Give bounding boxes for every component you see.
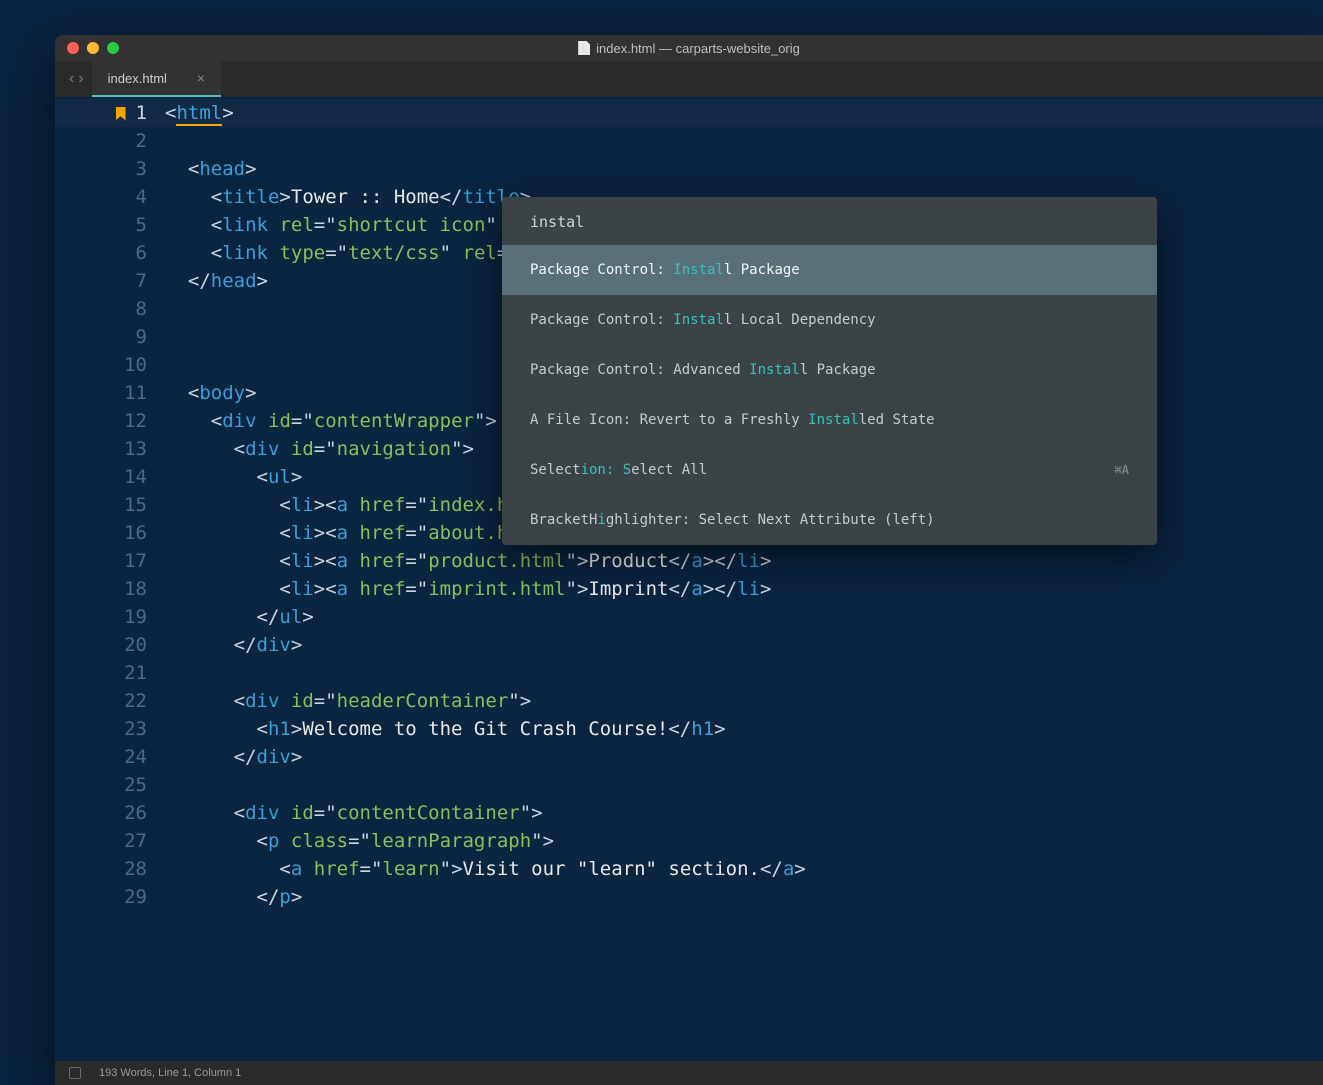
line-number: 20	[55, 631, 147, 659]
nav-forward-button[interactable]: ›	[78, 70, 83, 88]
command-palette-item[interactable]: A File Icon: Revert to a Freshly Install…	[502, 395, 1157, 445]
titlebar: index.html — carparts-website_orig	[55, 35, 1323, 61]
line-number: 23	[55, 715, 147, 743]
status-text: 193 Words, Line 1, Column 1	[99, 1067, 241, 1079]
line-number: 13	[55, 435, 147, 463]
tabbar: ‹ › index.html ×	[55, 61, 1323, 97]
tab-index-html[interactable]: index.html ×	[92, 61, 221, 97]
line-number: 4	[55, 183, 147, 211]
line-number: 28	[55, 855, 147, 883]
line-number: 6	[55, 239, 147, 267]
gutter: 1234567891011121314151617181920212223242…	[55, 97, 165, 1061]
command-palette: Package Control: Install Package Package …	[502, 197, 1157, 545]
code-line[interactable]	[165, 659, 1323, 687]
line-number: 8	[55, 295, 147, 323]
traffic-lights	[67, 42, 119, 54]
nav-back-button[interactable]: ‹	[69, 70, 74, 88]
line-number: 16	[55, 519, 147, 547]
line-number: 14	[55, 463, 147, 491]
command-palette-item-label: Package Control: Install Package	[530, 256, 800, 284]
line-number: 15	[55, 491, 147, 519]
code-line[interactable]: </p>	[165, 883, 1323, 911]
code-line[interactable]: <h1>Welcome to the Git Crash Course!</h1…	[165, 715, 1323, 743]
line-number: 2	[55, 127, 147, 155]
window-title-text: index.html — carparts-website_orig	[596, 41, 800, 56]
code-line[interactable]: <html>	[165, 99, 1323, 127]
code-line[interactable]: <a href="learn">Visit our "learn" sectio…	[165, 855, 1323, 883]
editor-window: index.html — carparts-website_orig ‹ › i…	[55, 35, 1323, 1085]
code-line[interactable]: </ul>	[165, 603, 1323, 631]
minimize-window-button[interactable]	[87, 42, 99, 54]
line-number: 3	[55, 155, 147, 183]
code-line[interactable]: <li><a href="imprint.html">Imprint</a></…	[165, 575, 1323, 603]
line-number: 5	[55, 211, 147, 239]
command-palette-item-shortcut: ⌘A	[1115, 456, 1129, 484]
window-title: index.html — carparts-website_orig	[55, 41, 1323, 56]
code-line[interactable]: <div id="headerContainer">	[165, 687, 1323, 715]
line-number: 7	[55, 267, 147, 295]
code-line[interactable]: <li><a href="product.html">Product</a></…	[165, 547, 1323, 575]
command-palette-item-label: A File Icon: Revert to a Freshly Install…	[530, 406, 935, 434]
line-number: 24	[55, 743, 147, 771]
line-number: 27	[55, 827, 147, 855]
line-number: 22	[55, 687, 147, 715]
tab-close-button[interactable]: ×	[197, 70, 205, 86]
command-palette-item-label: Selection: Select All	[530, 456, 707, 484]
close-window-button[interactable]	[67, 42, 79, 54]
line-number: 17	[55, 547, 147, 575]
line-number: 10	[55, 351, 147, 379]
command-palette-item[interactable]: Package Control: Install Local Dependenc…	[502, 295, 1157, 345]
line-number: 18	[55, 575, 147, 603]
line-number: 12	[55, 407, 147, 435]
line-number: 29	[55, 883, 147, 911]
tab-label: index.html	[108, 71, 167, 86]
code-line[interactable]: </div>	[165, 743, 1323, 771]
command-palette-item-label: Package Control: Install Local Dependenc…	[530, 306, 876, 334]
code-line[interactable]	[165, 771, 1323, 799]
line-number: 25	[55, 771, 147, 799]
command-palette-item[interactable]: BracketHighlighter: Select Next Attribut…	[502, 495, 1157, 545]
line-number: 21	[55, 659, 147, 687]
command-palette-list: Package Control: Install Package Package …	[502, 245, 1157, 545]
command-palette-item-label: BracketHighlighter: Select Next Attribut…	[530, 506, 935, 534]
line-number: 1	[55, 99, 147, 127]
command-palette-item[interactable]: Package Control: Install Package	[502, 245, 1157, 295]
bookmark-icon	[116, 107, 126, 121]
history-nav: ‹ ›	[61, 61, 92, 97]
code-line[interactable]	[165, 127, 1323, 155]
command-palette-input[interactable]	[502, 197, 1157, 245]
zoom-window-button[interactable]	[107, 42, 119, 54]
code-line[interactable]: <div id="contentContainer">	[165, 799, 1323, 827]
line-number: 9	[55, 323, 147, 351]
code-line[interactable]: <p class="learnParagraph">	[165, 827, 1323, 855]
panel-toggle-button[interactable]	[69, 1067, 81, 1079]
command-palette-item[interactable]: Package Control: Advanced Install Packag…	[502, 345, 1157, 395]
line-number: 19	[55, 603, 147, 631]
line-number: 26	[55, 799, 147, 827]
statusbar: 193 Words, Line 1, Column 1	[55, 1061, 1323, 1085]
line-number: 11	[55, 379, 147, 407]
command-palette-item[interactable]: Selection: Select All ⌘A	[502, 445, 1157, 495]
code-line[interactable]: </div>	[165, 631, 1323, 659]
command-palette-item-label: Package Control: Advanced Install Packag…	[530, 356, 876, 384]
editor-area[interactable]: 1234567891011121314151617181920212223242…	[55, 97, 1323, 1061]
code-line[interactable]: <head>	[165, 155, 1323, 183]
file-icon	[578, 41, 590, 55]
